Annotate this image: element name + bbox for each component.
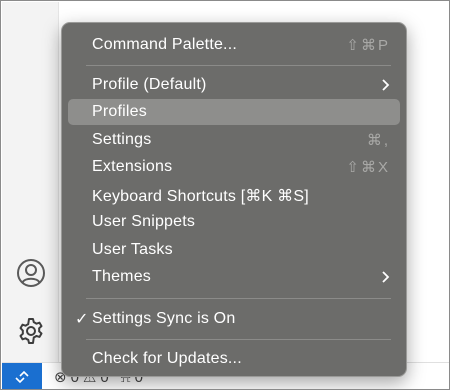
- checkmark-icon: ✓: [75, 311, 89, 328]
- menu-item-user-snippets[interactable]: User Snippets: [68, 209, 400, 235]
- activity-bar: [2, 2, 59, 362]
- menu-separator: [86, 339, 391, 340]
- shortcut-settings: ⌘,: [366, 132, 390, 149]
- menu-item-settings-sync[interactable]: ✓ Settings Sync is On: [68, 306, 400, 332]
- menu-item-profile-default[interactable]: Profile (Default): [68, 72, 400, 98]
- chevron-right-icon: [382, 79, 390, 91]
- menu-item-command-palette[interactable]: Command Palette... ⇧⌘P: [68, 32, 400, 58]
- manage-menu: Command Palette... ⇧⌘P Profile (Default)…: [61, 22, 407, 377]
- window-frame: ⊗ 0 ⚠ 0 ⍾ 0 Command Palette... ⇧⌘P Profi…: [0, 0, 450, 390]
- chevron-right-icon: [382, 271, 390, 283]
- menu-item-settings[interactable]: Settings ⌘,: [68, 127, 400, 153]
- gear-icon[interactable]: [14, 314, 48, 348]
- account-icon[interactable]: [14, 256, 48, 290]
- shortcut-command-palette: ⇧⌘P: [346, 37, 390, 54]
- shortcut-extensions: ⇧⌘X: [346, 159, 390, 176]
- menu-item-user-tasks[interactable]: User Tasks: [68, 237, 400, 263]
- menu-separator: [86, 298, 391, 299]
- menu-separator: [86, 65, 391, 66]
- menu-item-themes[interactable]: Themes: [68, 264, 400, 290]
- remote-icon: [15, 370, 29, 384]
- remote-indicator-button[interactable]: [2, 363, 42, 389]
- menu-item-check-for-updates[interactable]: Check for Updates...: [68, 346, 400, 372]
- menu-item-extensions[interactable]: Extensions ⇧⌘X: [68, 154, 400, 180]
- menu-item-keyboard-shortcuts[interactable]: Keyboard Shortcuts [⌘K ⌘S]: [68, 182, 400, 208]
- menu-item-profiles[interactable]: Profiles: [68, 99, 400, 125]
